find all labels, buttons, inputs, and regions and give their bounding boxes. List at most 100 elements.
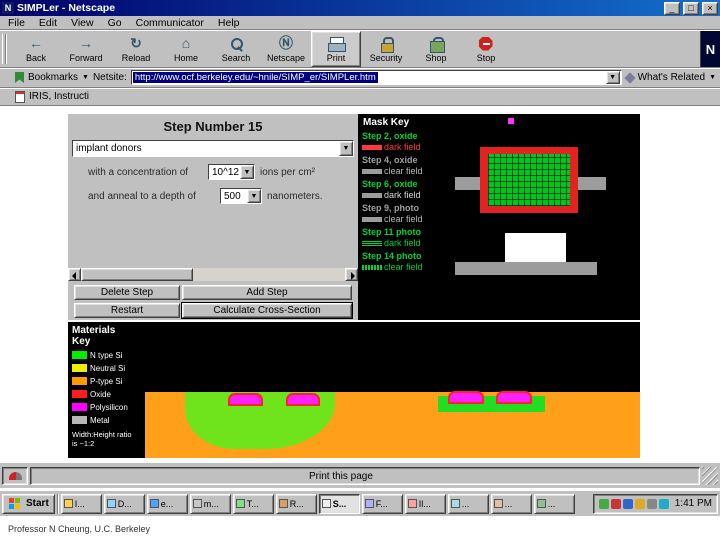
material-label: Neutral Si — [90, 364, 125, 373]
netscape-app-icon: N — [2, 2, 14, 14]
taskbar-task-button[interactable]: S... — [319, 494, 360, 514]
shop-icon — [428, 36, 445, 52]
cross-section-gate-3 — [448, 391, 484, 404]
taskbar-task-button[interactable]: Il... — [405, 494, 446, 514]
material-label: P-type Si — [90, 377, 122, 386]
step-scrollbar[interactable] — [68, 268, 358, 281]
maximize-button[interactable]: □ — [683, 2, 699, 15]
task-label: Il... — [419, 499, 431, 509]
menu-item[interactable]: Help — [218, 17, 240, 29]
title-bar[interactable]: N SIMPLer - Netscape _ □ × — [0, 0, 720, 16]
security-status-box — [2, 467, 28, 485]
menu-item[interactable]: Go — [108, 17, 122, 29]
material-entry: Neutral Si — [72, 363, 145, 373]
depth-select[interactable]: 500 ▼ — [220, 188, 262, 204]
toolbar-button[interactable]: Forward — [61, 31, 111, 67]
toolbar-button[interactable]: Print — [311, 31, 361, 67]
task-label: ... — [505, 499, 513, 509]
mask-key-swatch — [362, 265, 382, 270]
material-label: Oxide — [90, 390, 111, 399]
task-app-icon — [279, 499, 288, 508]
material-swatch — [72, 416, 87, 424]
taskbar-task-button[interactable]: m... — [190, 494, 231, 514]
tray-icon-list — [599, 499, 669, 509]
aspect-ratio-note: Width:Height ratio is ~1:2 — [72, 430, 138, 448]
calculate-cross-section-button[interactable]: Calculate Cross-Section — [182, 303, 352, 318]
concentration-select[interactable]: 10^12 ▼ — [208, 164, 255, 180]
mask-key-swatch — [362, 193, 382, 198]
task-app-icon — [365, 499, 374, 508]
toolbar-button[interactable]: Netscape — [261, 31, 311, 67]
menu-item[interactable]: Communicator — [136, 17, 204, 29]
taskbar-task-button[interactable]: R... — [276, 494, 317, 514]
restart-button[interactable]: Restart — [74, 303, 180, 318]
tray-icon-6[interactable] — [659, 499, 669, 509]
menu-item[interactable]: View — [71, 17, 94, 29]
scroll-right-icon[interactable] — [345, 268, 358, 281]
status-bar: Print this page — [0, 462, 720, 488]
whats-related-button[interactable]: What's Related — [638, 72, 706, 83]
mask-key-field-row: clear field — [362, 214, 428, 224]
toolbar-button[interactable]: Back — [11, 31, 61, 67]
scrollbar-thumb[interactable] — [81, 268, 193, 281]
delete-step-button[interactable]: Delete Step — [74, 285, 180, 300]
tray-icon-5[interactable] — [647, 499, 657, 509]
status-message: Print this page — [309, 471, 373, 482]
step-number-title: Step Number 15 — [68, 119, 358, 134]
personal-bookmark-link[interactable]: IRIS, Instructi — [29, 91, 89, 102]
concentration-value: 10^12 — [209, 167, 240, 178]
toolbar-button[interactable]: Reload — [111, 31, 161, 67]
toolbar-button-label: Home — [174, 53, 198, 63]
taskbar-task-button[interactable]: T... — [233, 494, 274, 514]
task-label: D... — [118, 499, 132, 509]
task-app-icon — [64, 499, 73, 508]
scroll-left-icon[interactable] — [68, 268, 81, 281]
toolbar-button[interactable]: Security — [361, 31, 411, 67]
tray-icon-1[interactable] — [599, 499, 609, 509]
security-status-icon — [9, 472, 22, 480]
toolbar-button[interactable]: Stop — [461, 31, 511, 67]
process-action-caret-icon[interactable]: ▼ — [339, 141, 353, 156]
tray-icon-3[interactable] — [623, 499, 633, 509]
toolbar-button[interactable]: Search — [211, 31, 261, 67]
taskbar-task-button[interactable]: F... — [362, 494, 403, 514]
toolbar-button[interactable]: Home — [161, 31, 211, 67]
whats-related-caret-icon: ▼ — [709, 74, 716, 81]
tray-icon-4[interactable] — [635, 499, 645, 509]
taskbar-divider — [57, 494, 59, 514]
material-swatch — [72, 351, 87, 359]
taskbar-task-button[interactable]: e... — [147, 494, 188, 514]
concentration-caret-icon[interactable]: ▼ — [240, 165, 254, 179]
taskbar-task-button[interactable]: ... — [491, 494, 532, 514]
mask-key-step-label: Step 14 photo — [362, 251, 428, 261]
bookmarks-caret-icon: ▼ — [82, 74, 89, 81]
task-label: T... — [247, 499, 259, 509]
add-step-button[interactable]: Add Step — [182, 285, 352, 300]
menu-item[interactable]: File — [8, 17, 25, 29]
forward-icon — [78, 36, 95, 52]
task-label: ... — [548, 499, 556, 509]
page-content: Step Number 15 implant donors ▼ with a c… — [0, 106, 720, 462]
mask-key-step-label: Step 11 photo — [362, 227, 428, 237]
process-action-select[interactable]: implant donors ▼ — [72, 140, 354, 157]
mask-key-entry: Step 6, oxide dark field — [362, 179, 428, 203]
minimize-button[interactable]: _ — [664, 2, 680, 15]
taskbar-task-button[interactable]: ... — [534, 494, 575, 514]
netscape-throbber-logo[interactable]: N — [700, 31, 720, 67]
depth-caret-icon[interactable]: ▼ — [247, 189, 261, 203]
scrollbar-track[interactable] — [81, 268, 345, 281]
close-button[interactable]: × — [702, 2, 718, 15]
toolbar-grip[interactable] — [2, 34, 9, 64]
taskbar-task-button[interactable]: D... — [104, 494, 145, 514]
reload-icon — [128, 36, 145, 52]
tray-icon-2[interactable] — [611, 499, 621, 509]
url-dropdown-button[interactable]: ▼ — [606, 71, 620, 84]
taskbar-task-button[interactable]: I... — [61, 494, 102, 514]
start-button[interactable]: Start — [2, 494, 55, 514]
url-input[interactable]: http://www.ocf.berkeley.edu/~hnile/SIMP_… — [131, 70, 622, 85]
taskbar-task-button[interactable]: ... — [448, 494, 489, 514]
bookmarks-menu[interactable]: Bookmarks — [28, 72, 78, 83]
menu-item[interactable]: Edit — [39, 17, 57, 29]
resize-grip[interactable] — [702, 467, 718, 485]
toolbar-button[interactable]: Shop — [411, 31, 461, 67]
